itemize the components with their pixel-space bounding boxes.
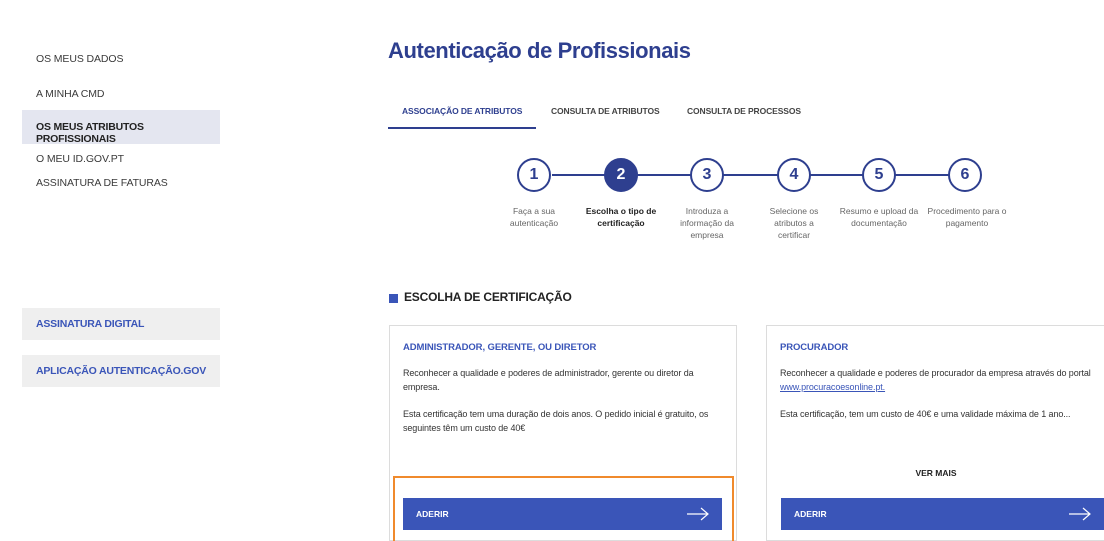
sidebar-box-label: APLICAÇÃO AUTENTICAÇÃO.GOV xyxy=(36,365,206,377)
square-bullet-icon xyxy=(389,293,398,303)
sidebar-item-a-minha-cmd[interactable]: A MINHA CMD xyxy=(36,88,104,100)
step-5: 5 xyxy=(862,158,896,192)
card-description-text: Reconhecer a qualidade e poderes de proc… xyxy=(780,368,1091,378)
step-6: 6 xyxy=(948,158,982,192)
button-label: ADERIR xyxy=(794,509,827,519)
aderir-procurador-button[interactable]: ADERIR xyxy=(781,498,1104,530)
step-1: 1 xyxy=(517,158,551,192)
card-title: PROCURADOR xyxy=(780,342,849,353)
tab-associacao-atributos[interactable]: ASSOCIAÇÃO DE ATRIBUTOS xyxy=(402,106,522,116)
step-5-label: Resumo e upload da documentação xyxy=(839,206,919,228)
sidebar-item-assinatura-faturas[interactable]: ASSINATURA DE FATURAS xyxy=(36,177,168,189)
section-title: ESCOLHA DE CERTIFICAÇÃO xyxy=(404,290,572,304)
step-4-label: Selecione os atributos a certificar xyxy=(769,206,819,240)
sidebar-box-assinatura-digital[interactable]: ASSINATURA DIGITAL xyxy=(22,308,220,340)
procuracoes-online-link[interactable]: www.procuracoesonline.pt. xyxy=(780,382,885,392)
card-title: ADMINISTRADOR, GERENTE, OU DIRETOR xyxy=(403,342,597,353)
highlight-box xyxy=(393,476,734,541)
sidebar-item-os-meus-dados[interactable]: OS MEUS DADOS xyxy=(36,53,123,65)
sidebar-item-label: OS MEUS ATRIBUTOS PROFISSIONAIS xyxy=(36,121,144,145)
step-1-label: Faça a sua autenticação xyxy=(509,206,559,228)
sidebar-box-label: ASSINATURA DIGITAL xyxy=(36,318,145,330)
ver-mais-link[interactable]: VER MAIS xyxy=(767,468,1104,478)
card-terms: Esta certificação, tem um custo de 40€ e… xyxy=(780,409,1071,419)
sidebar-box-aplicacao-autenticacao[interactable]: APLICAÇÃO AUTENTICAÇÃO.GOV xyxy=(22,355,220,387)
card-description: Reconhecer a qualidade e poderes de proc… xyxy=(780,366,1102,394)
page-title: Autenticação de Profissionais xyxy=(388,38,691,63)
card-terms: Esta certificação tem uma duração de doi… xyxy=(403,409,709,433)
step-6-label: Procedimento para o pagamento xyxy=(927,206,1007,228)
step-3: 3 xyxy=(690,158,724,192)
step-3-label: Introduza a informação da empresa xyxy=(680,206,734,240)
card-description: Reconhecer a qualidade e poderes de admi… xyxy=(403,368,694,392)
active-tab-indicator xyxy=(388,127,536,129)
arrow-right-icon xyxy=(1069,507,1091,521)
section-heading: ESCOLHA DE CERTIFICAÇÃO xyxy=(389,290,572,304)
step-2: 2 xyxy=(604,158,638,192)
step-2-label: Escolha o tipo de certificação xyxy=(585,206,657,228)
sidebar-item-id-gov-pt[interactable]: O MEU ID.GOV.PT xyxy=(36,153,124,165)
sidebar-item-atributos-profissionais[interactable]: OS MEUS ATRIBUTOS PROFISSIONAIS xyxy=(22,110,220,145)
step-4: 4 xyxy=(777,158,811,192)
tab-consulta-atributos[interactable]: CONSULTA DE ATRIBUTOS xyxy=(551,106,660,116)
tab-consulta-processos[interactable]: CONSULTA DE PROCESSOS xyxy=(687,106,801,116)
